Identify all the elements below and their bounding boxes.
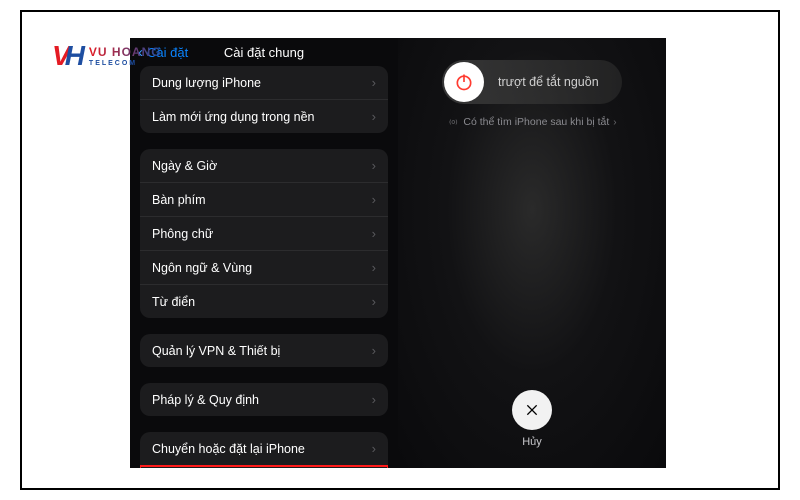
power-off-screen: trượt để tắt nguồn Có thể tìm iPhone sau… — [398, 38, 666, 468]
row-label: Chuyển hoặc đặt lại iPhone — [152, 442, 305, 456]
row-label: Từ điển — [152, 295, 195, 309]
settings-group-locale: Ngày & Giờ › Bàn phím › Phông chữ › Ngôn… — [140, 149, 388, 318]
row-label: Pháp lý & Quy định — [152, 393, 259, 407]
chevron-right-icon: › — [372, 192, 376, 207]
settings-group-reset: Chuyển hoặc đặt lại iPhone › Tắt máy — [140, 432, 388, 468]
cancel-button-label: Hủy — [522, 436, 542, 448]
nav-bar: ‹ Cài đặt Cài đặt chung — [130, 38, 398, 66]
settings-scroll[interactable]: Dung lượng iPhone › Làm mới ứng dụng tro… — [130, 66, 398, 468]
chevron-right-icon: › — [372, 392, 376, 407]
watermark-text: VU HOANG TELECOM — [89, 46, 162, 67]
settings-group-storage: Dung lượng iPhone › Làm mới ứng dụng tro… — [140, 66, 388, 133]
row-label: Ngôn ngữ & Vùng — [152, 261, 252, 275]
findmy-icon — [447, 116, 459, 128]
phones-container: ‹ Cài đặt Cài đặt chung Dung lượng iPhon… — [130, 38, 666, 468]
row-legal[interactable]: Pháp lý & Quy định › — [140, 383, 388, 416]
power-off-knob[interactable] — [444, 62, 484, 102]
row-dictionary[interactable]: Từ điển › — [140, 285, 388, 318]
row-vpn-device-management[interactable]: Quản lý VPN & Thiết bị › — [140, 334, 388, 367]
row-label: Bàn phím — [152, 193, 206, 207]
row-label: Quản lý VPN & Thiết bị — [152, 344, 280, 358]
close-icon — [524, 402, 540, 418]
row-shut-down[interactable]: Tắt máy — [140, 466, 388, 468]
row-label: Làm mới ứng dụng trong nền — [152, 110, 315, 124]
row-language-region[interactable]: Ngôn ngữ & Vùng › — [140, 251, 388, 285]
findmy-hint[interactable]: Có thể tìm iPhone sau khi bị tắt › — [447, 116, 616, 128]
watermark-mark: V H — [52, 40, 83, 72]
chevron-right-icon: › — [372, 441, 376, 456]
power-off-slider[interactable]: trượt để tắt nguồn — [442, 60, 622, 104]
chevron-right-icon: › — [613, 117, 616, 128]
settings-general-screen: ‹ Cài đặt Cài đặt chung Dung lượng iPhon… — [130, 38, 398, 468]
watermark-logo: V H VU HOANG TELECOM — [52, 40, 162, 72]
findmy-hint-label: Có thể tìm iPhone sau khi bị tắt — [463, 116, 609, 128]
chevron-right-icon: › — [372, 294, 376, 309]
cancel-area: Hủy — [512, 390, 552, 448]
row-iphone-storage[interactable]: Dung lượng iPhone › — [140, 66, 388, 100]
watermark-brand: VU HOANG — [89, 46, 162, 58]
chevron-right-icon: › — [372, 260, 376, 275]
watermark-sub: TELECOM — [89, 60, 162, 67]
power-icon — [454, 72, 474, 92]
chevron-right-icon: › — [372, 109, 376, 124]
power-off-slider-label: trượt để tắt nguồn — [498, 75, 599, 89]
row-keyboard[interactable]: Bàn phím › — [140, 183, 388, 217]
row-background-refresh[interactable]: Làm mới ứng dụng trong nền › — [140, 100, 388, 133]
chevron-right-icon: › — [372, 343, 376, 358]
nav-title: Cài đặt chung — [224, 45, 304, 60]
row-fonts[interactable]: Phông chữ › — [140, 217, 388, 251]
row-transfer-reset[interactable]: Chuyển hoặc đặt lại iPhone › — [140, 432, 388, 466]
cancel-button[interactable] — [512, 390, 552, 430]
chevron-right-icon: › — [372, 226, 376, 241]
chevron-right-icon: › — [372, 158, 376, 173]
row-date-time[interactable]: Ngày & Giờ › — [140, 149, 388, 183]
row-label: Dung lượng iPhone — [152, 76, 261, 90]
settings-group-legal: Pháp lý & Quy định › — [140, 383, 388, 416]
settings-group-vpn: Quản lý VPN & Thiết bị › — [140, 334, 388, 367]
watermark-letter-h: H — [65, 40, 83, 72]
chevron-right-icon: › — [372, 75, 376, 90]
row-label: Ngày & Giờ — [152, 159, 217, 173]
outer-frame: V H VU HOANG TELECOM ‹ Cài đặt Cài đặt c… — [20, 10, 780, 490]
row-label: Phông chữ — [152, 227, 213, 241]
